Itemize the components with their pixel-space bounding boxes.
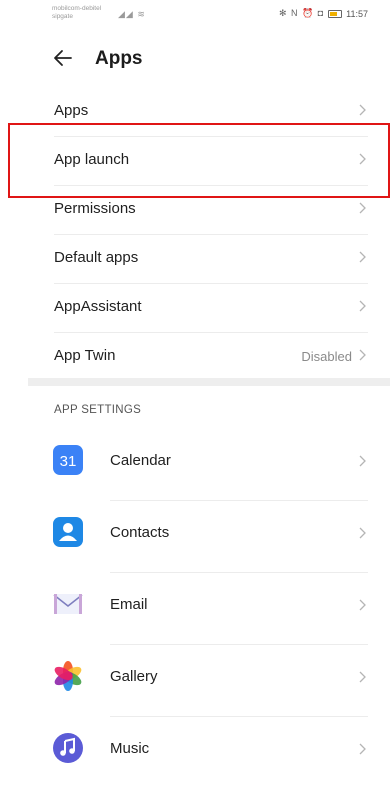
chevron-right-icon: [359, 599, 366, 611]
status-bar: mobilcom-debitel sipgate ◢◢ ≋ ✻ N ⏰ ◘ 11…: [0, 0, 390, 26]
clock: 11:57: [346, 8, 368, 19]
status-icons: ✻ N ⏰ ◘: [278, 8, 325, 18]
carrier-name: mobilcom-debitel sipgate: [52, 5, 101, 21]
menu-item-label: AppAssistant: [54, 298, 142, 315]
app-item-label: Calendar: [110, 452, 171, 469]
app-item-gallery[interactable]: Gallery: [0, 644, 390, 716]
app-item-contacts[interactable]: Contacts: [0, 500, 390, 572]
app-twin-status: Disabled: [301, 349, 352, 364]
section-separator: [28, 378, 390, 386]
chevron-right-icon: [359, 743, 366, 755]
app-item-label: Contacts: [110, 524, 170, 541]
chevron-right-icon: [359, 104, 366, 116]
app-item-label: Gallery: [110, 668, 158, 685]
menu-item-label: Default apps: [54, 249, 139, 266]
status-right: ✻ N ⏰ ◘ 11:57: [279, 8, 368, 19]
contacts-icon: [53, 517, 83, 547]
menu-item-label: Apps: [54, 102, 89, 119]
header: Apps: [0, 40, 390, 80]
highlight-box: [8, 123, 390, 198]
app-item-label: Email: [110, 596, 148, 613]
section-title: APP SETTINGS: [54, 404, 142, 416]
carrier-line-2: sipgate: [52, 13, 73, 20]
chevron-right-icon: [359, 300, 366, 312]
menu-item-label: Permissions: [54, 200, 136, 217]
app-item-label: Music: [110, 740, 150, 757]
chevron-right-icon: [359, 202, 366, 214]
menu-item-appassistant[interactable]: AppAssistant: [0, 283, 390, 332]
menu-item-app-twin[interactable]: App Twin Disabled: [0, 332, 390, 381]
signal-icon: ◢◢ ≋: [118, 9, 146, 19]
chevron-right-icon: [359, 251, 366, 263]
page-title: Apps: [95, 48, 143, 69]
app-item-email[interactable]: Email: [0, 572, 390, 644]
app-item-calendar[interactable]: 31 Calendar: [0, 428, 390, 500]
battery-icon: [328, 9, 343, 18]
email-icon: [53, 594, 83, 614]
chevron-right-icon: [359, 671, 366, 683]
chevron-right-icon: [359, 349, 366, 361]
music-icon: [53, 733, 83, 763]
calendar-icon: 31: [53, 445, 83, 475]
arrow-left-icon[interactable]: [52, 47, 74, 69]
menu-item-label: App Twin: [54, 347, 116, 364]
gallery-icon: [54, 661, 82, 691]
chevron-right-icon: [359, 527, 366, 539]
svg-text:31: 31: [60, 453, 77, 470]
app-item-music[interactable]: Music: [0, 716, 390, 788]
menu-item-default-apps[interactable]: Default apps: [0, 234, 390, 283]
carrier-line-1: mobilcom-debitel: [52, 5, 102, 12]
chevron-right-icon: [359, 455, 366, 467]
